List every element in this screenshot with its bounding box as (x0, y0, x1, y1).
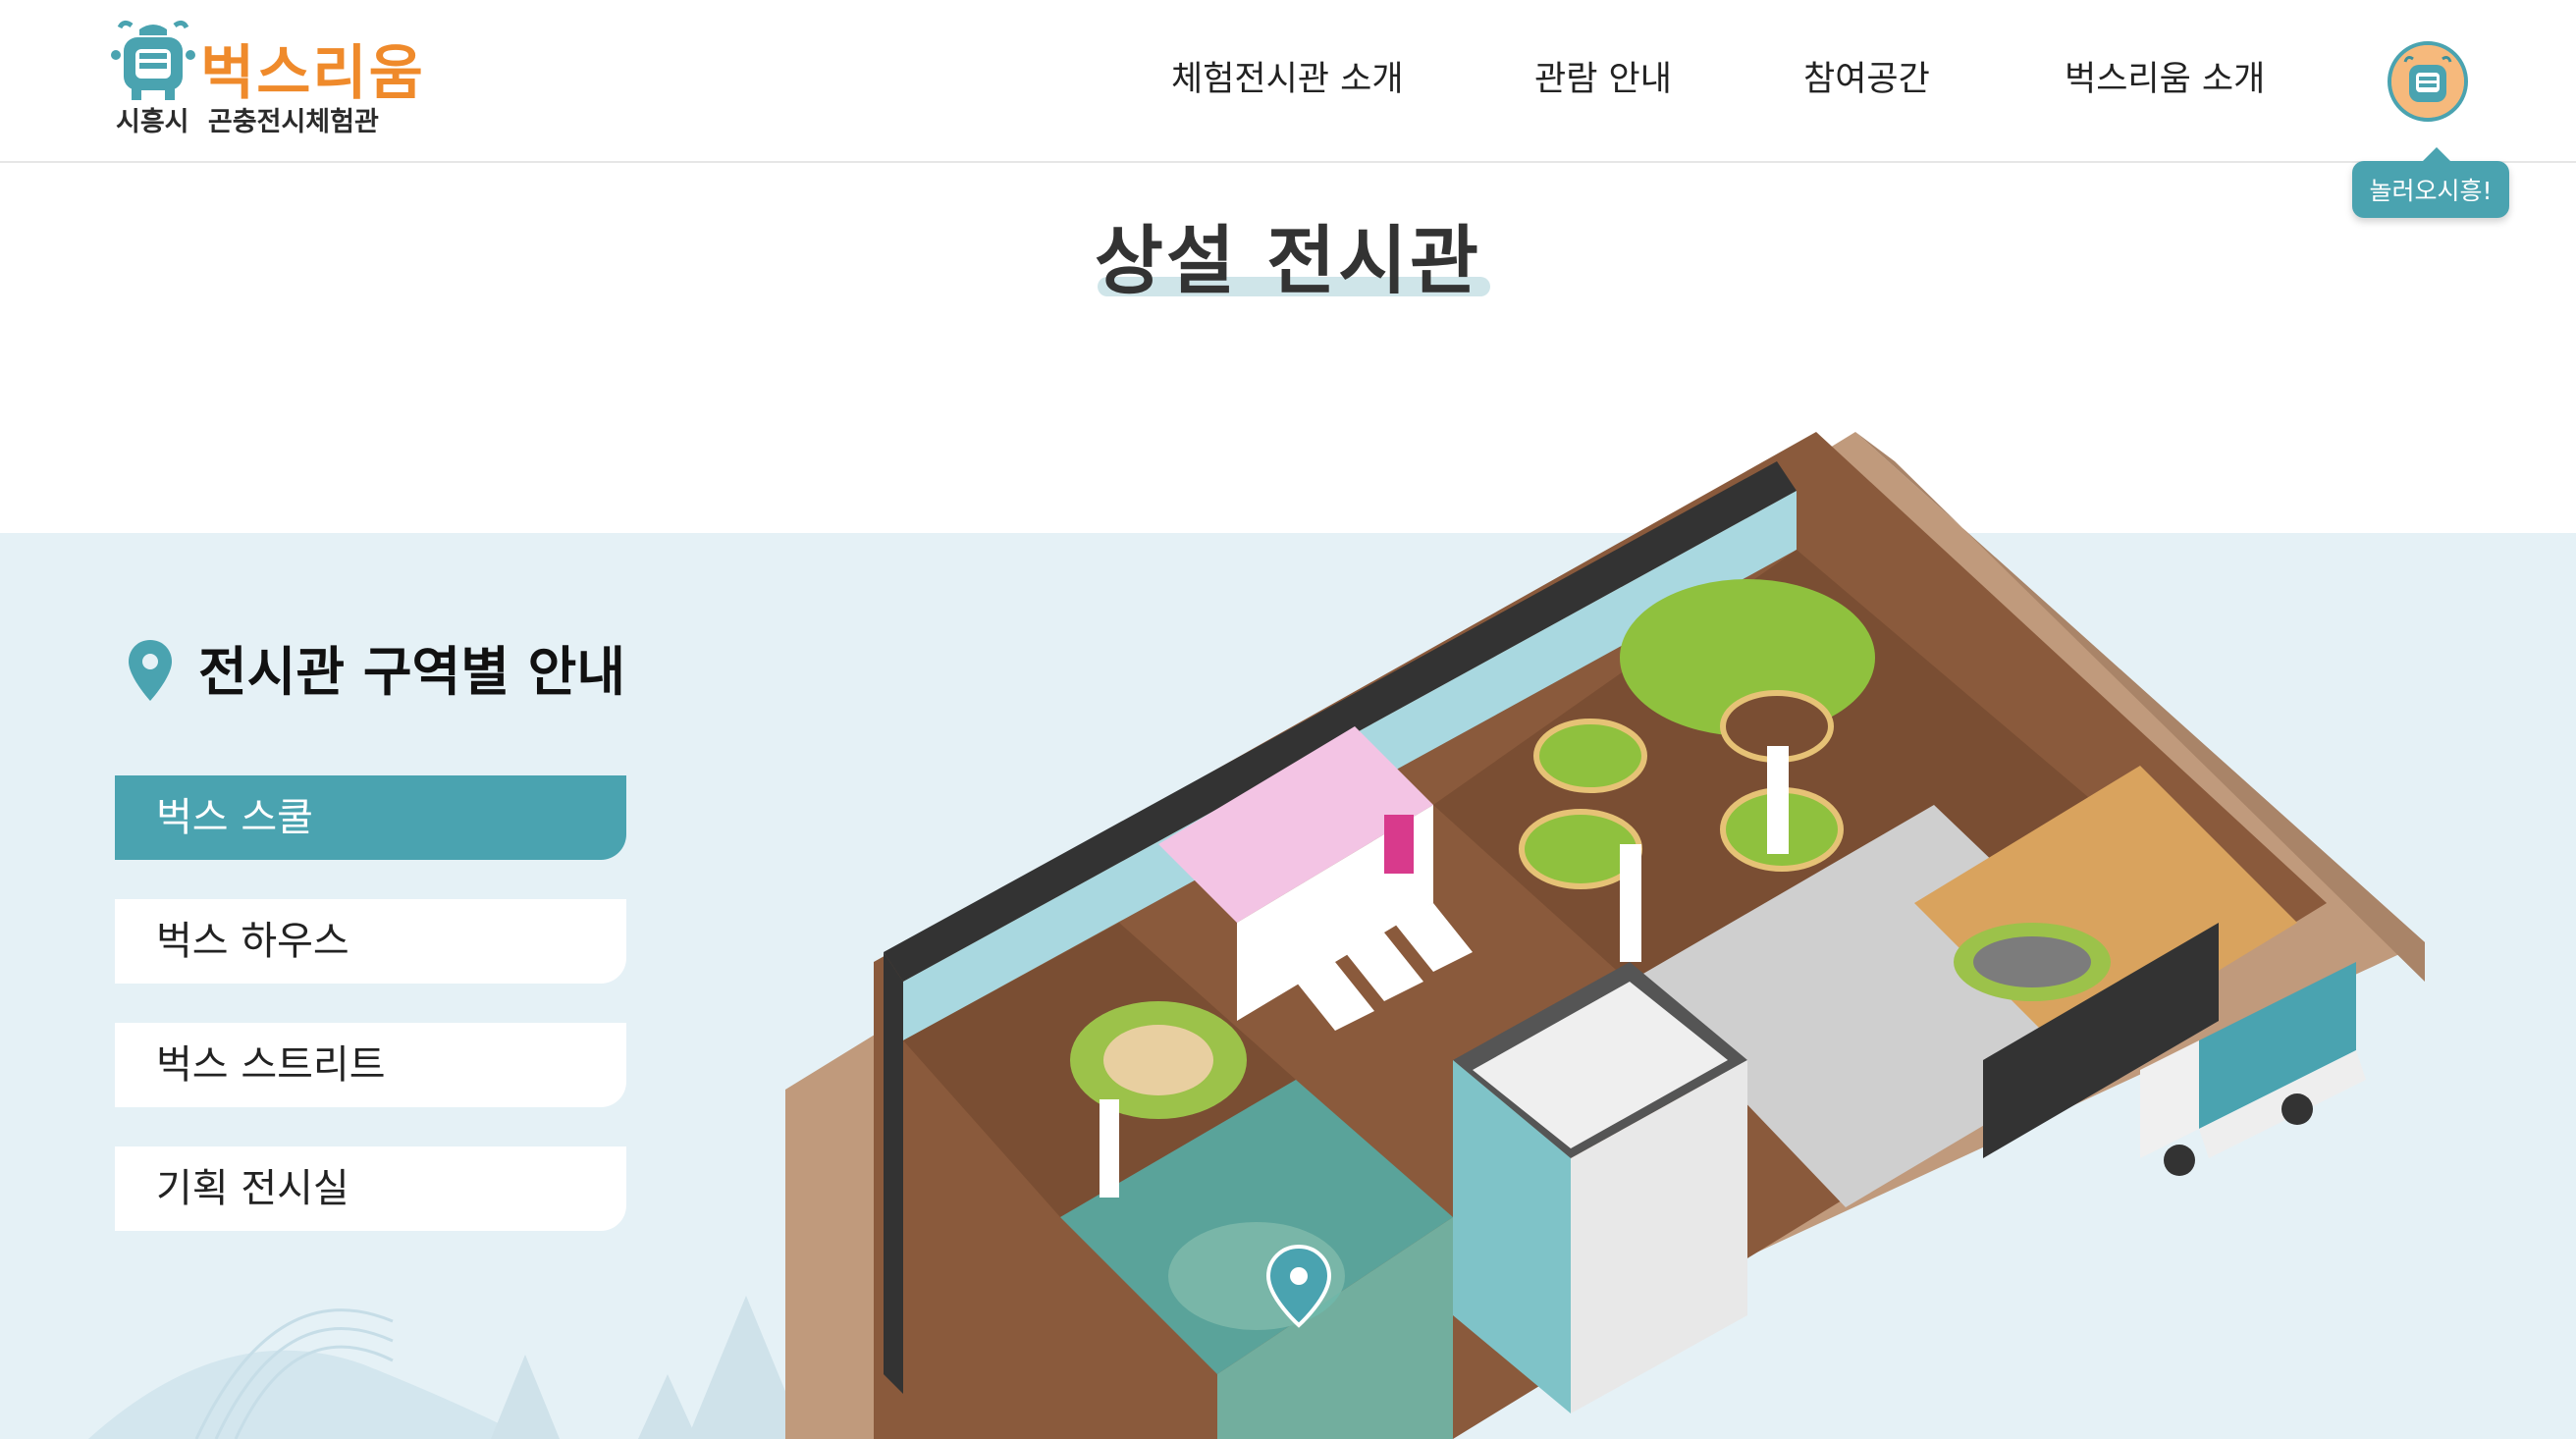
location-pin-icon (129, 640, 172, 701)
page-title: 상설 전시관 (1094, 217, 1482, 304)
mascot-avatar-icon (2391, 45, 2464, 118)
exhibition-floor-map (785, 432, 2425, 1439)
nav-item-about[interactable]: 벅스리움 소개 (2065, 51, 2265, 101)
mascot-logo-icon (111, 20, 195, 100)
nav-item-exhibition-intro[interactable]: 체험전시관 소개 (1171, 51, 1404, 101)
site-header: 벅스리움 시흥시 곤충전시체험관 체험전시관 소개 관람 안내 참여공간 벅스리… (0, 0, 2576, 163)
logo-subtitle: 시흥시 곤충전시체험관 (116, 107, 379, 137)
section-heading: 전시관 구역별 안내 (198, 641, 626, 703)
nav-item-visit-guide[interactable]: 관람 안내 (1534, 51, 1672, 101)
zone-button-special-exhibition[interactable]: 기획 전시실 (115, 1146, 626, 1231)
zone-button-bugs-school[interactable]: 벅스 스쿨 (115, 775, 626, 860)
site-logo[interactable]: 벅스리움 시흥시 곤충전시체험관 (110, 14, 423, 141)
zone-button-bugs-street[interactable]: 벅스 스트리트 (115, 1023, 626, 1107)
logo-title: 벅스리움 (200, 39, 425, 108)
nav-item-participation[interactable]: 참여공간 (1803, 51, 1930, 101)
zone-button-bugs-house[interactable]: 벅스 하우스 (115, 899, 626, 984)
mascot-avatar-button[interactable] (2388, 41, 2468, 122)
